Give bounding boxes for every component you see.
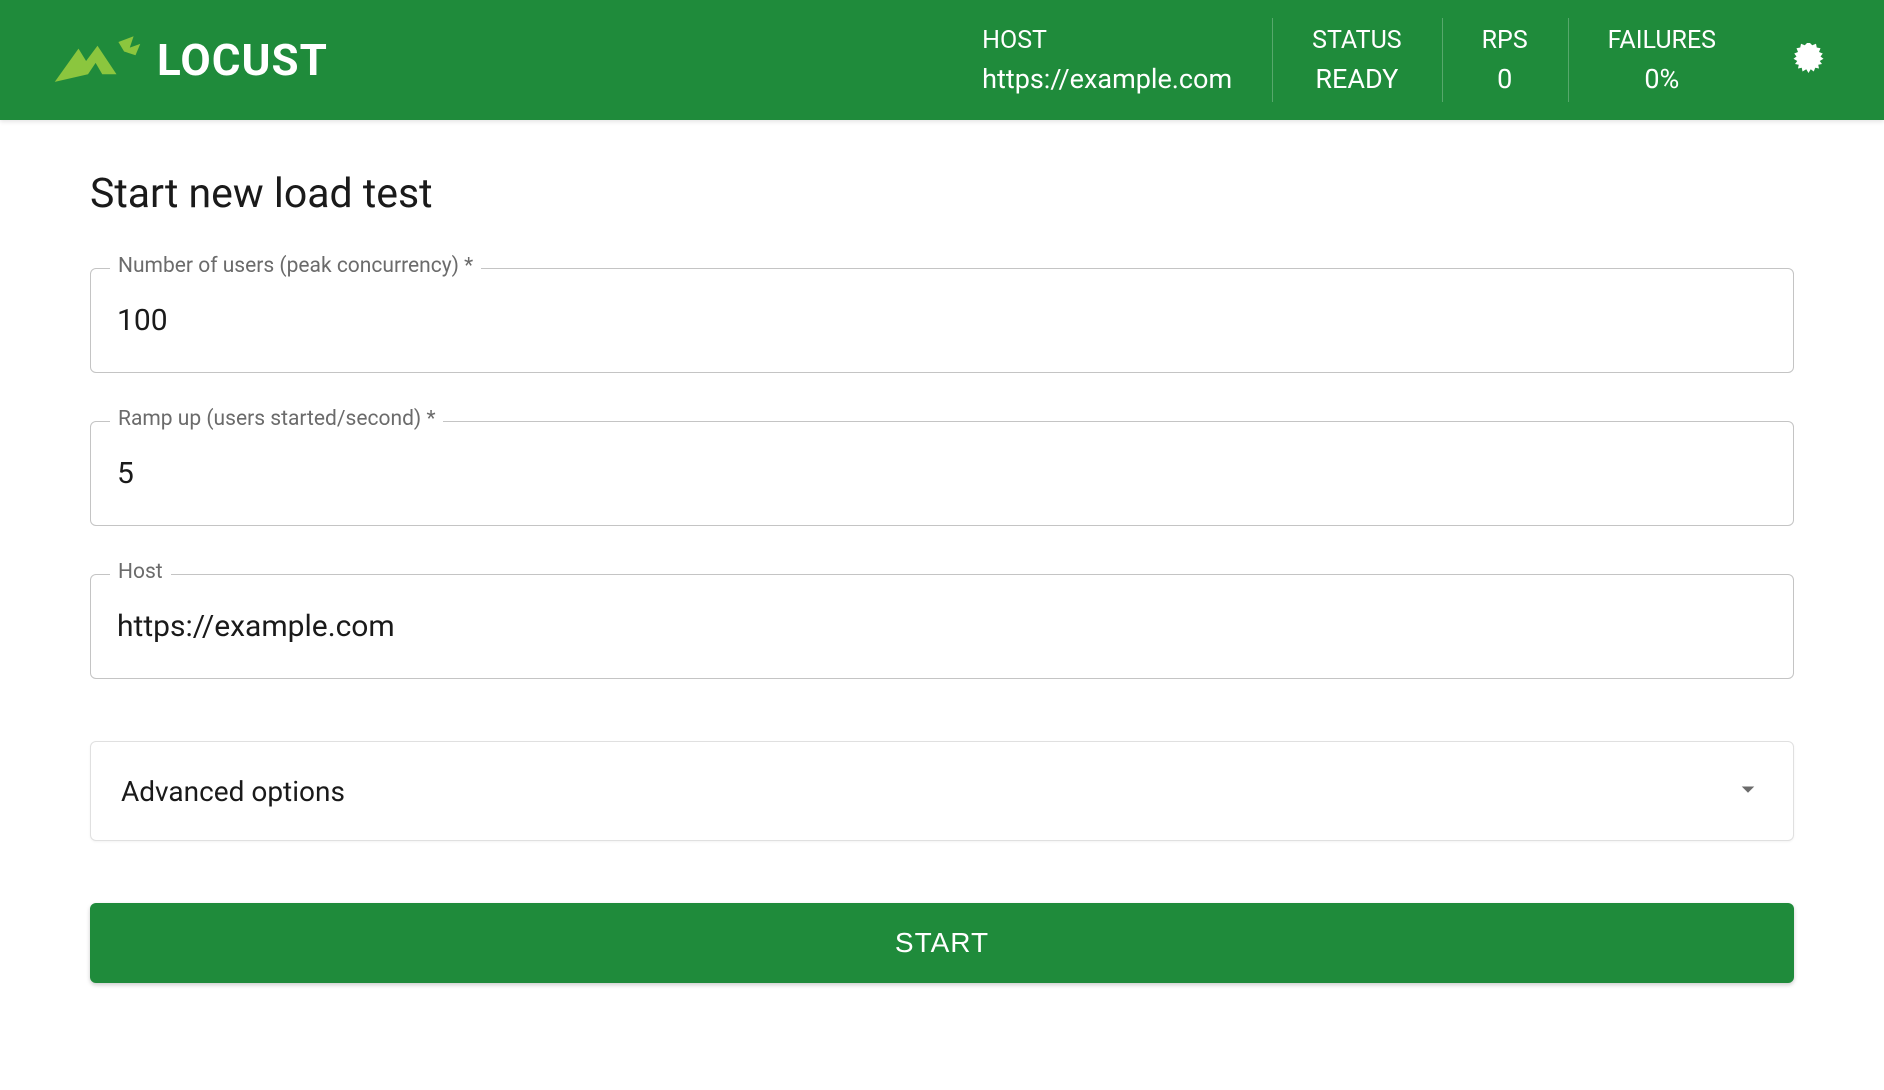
page-title: Start new load test (90, 170, 1794, 218)
accordion-label: Advanced options (121, 775, 345, 808)
field-ramp: Ramp up (users started/second) * (90, 421, 1794, 526)
stat-status-value: READY (1315, 63, 1398, 95)
header-stats: HOST https://example.com STATUS READY RP… (942, 0, 1756, 120)
stat-host-label: HOST (982, 26, 1047, 55)
stat-host: HOST https://example.com (942, 0, 1272, 120)
users-label: Number of users (peak concurrency) * (110, 254, 481, 278)
stat-status-label: STATUS (1312, 26, 1402, 55)
host-label: Host (110, 560, 171, 584)
stat-rps-value: 0 (1497, 63, 1512, 95)
stat-host-value: https://example.com (982, 63, 1232, 95)
stat-failures-label: FAILURES (1608, 26, 1716, 55)
brightness-icon (1792, 40, 1828, 80)
advanced-options-accordion[interactable]: Advanced options (90, 741, 1794, 841)
users-input[interactable] (90, 268, 1794, 373)
field-users: Number of users (peak concurrency) * (90, 268, 1794, 373)
start-button[interactable]: START (90, 903, 1794, 983)
locust-icon (50, 33, 145, 88)
brand-text: LOCUST (157, 34, 328, 86)
main-content: Start new load test Number of users (pea… (0, 120, 1884, 1033)
field-host: Host (90, 574, 1794, 679)
stat-rps: RPS 0 (1442, 0, 1568, 120)
logo[interactable]: LOCUST (50, 33, 328, 88)
stat-failures: FAILURES 0% (1568, 0, 1756, 120)
chevron-down-icon (1733, 774, 1763, 808)
app-header: LOCUST HOST https://example.com STATUS R… (0, 0, 1884, 120)
theme-toggle-button[interactable] (1786, 36, 1834, 84)
ramp-label: Ramp up (users started/second) * (110, 407, 443, 431)
host-input[interactable] (90, 574, 1794, 679)
stat-rps-label: RPS (1482, 26, 1528, 55)
stat-status: STATUS READY (1272, 0, 1442, 120)
ramp-input[interactable] (90, 421, 1794, 526)
stat-failures-value: 0% (1644, 63, 1679, 95)
